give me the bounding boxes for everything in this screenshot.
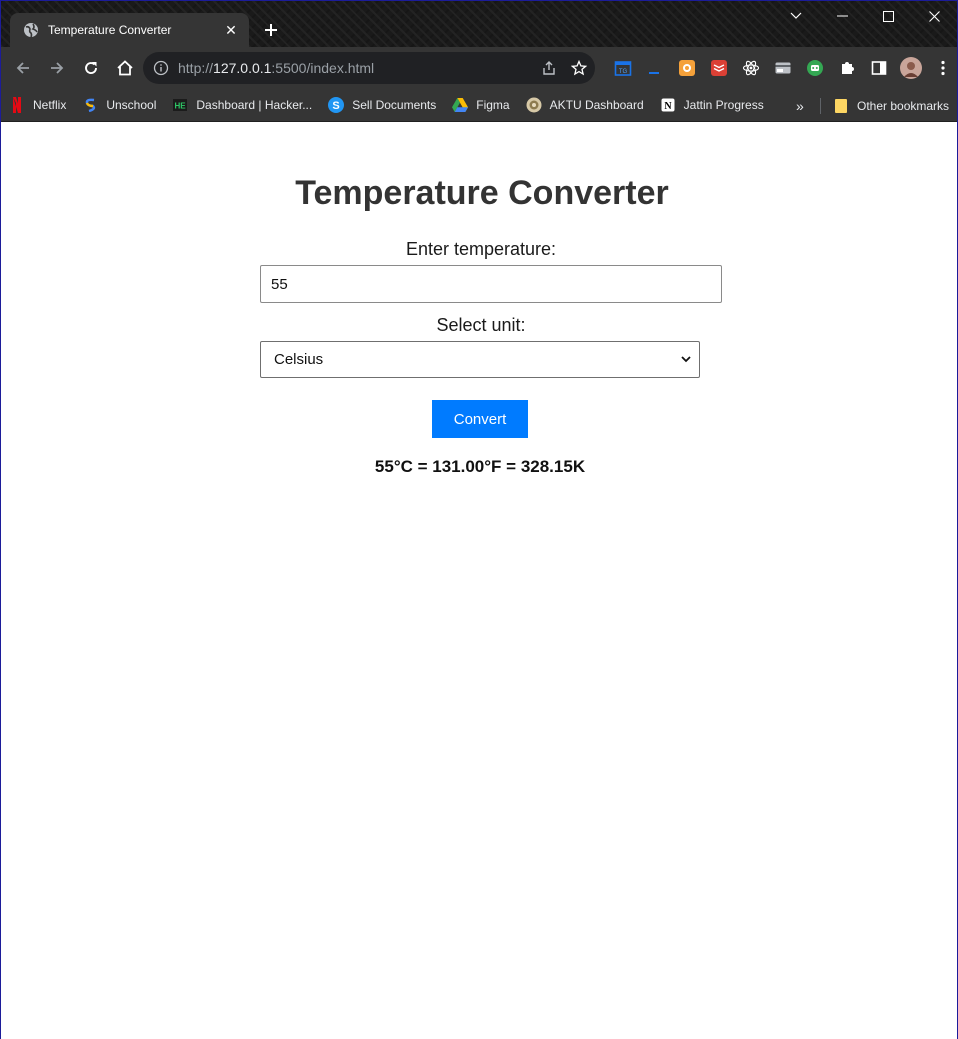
arrow-left-icon (16, 62, 29, 74)
bookmark-jattin-progress[interactable]: N Jattin Progress (652, 92, 772, 118)
avatar (900, 57, 922, 79)
convert-button[interactable]: Convert (432, 400, 528, 438)
url-text: http://127.0.0.1:5500/index.html (178, 60, 374, 76)
browser-tab[interactable]: Temperature Converter ✕ (10, 13, 249, 47)
svg-text:N: N (664, 101, 672, 112)
temperature-input[interactable] (260, 265, 722, 303)
back-button[interactable] (7, 52, 39, 84)
bookmarks-divider (820, 98, 821, 114)
plus-icon (265, 24, 277, 36)
bookmark-label: Sell Documents (352, 98, 437, 112)
forward-button[interactable] (41, 52, 73, 84)
hackerearth-icon: HE (172, 97, 188, 113)
bookmark-label: Jattin Progress (683, 98, 764, 112)
bookmark-label: AKTU Dashboard (549, 98, 644, 112)
globe-icon (23, 22, 39, 38)
menu-button[interactable] (927, 52, 957, 84)
close-tab-icon[interactable]: ✕ (223, 22, 239, 39)
maximize-button[interactable] (865, 1, 911, 31)
window-controls (773, 1, 957, 31)
browser-window: Temperature Converter ✕ http://127.0.0.1… (0, 0, 958, 1039)
page-viewport: Temperature Converter Enter temperature:… (1, 122, 957, 1039)
notion-icon: N (660, 97, 676, 113)
share-icon[interactable] (541, 60, 557, 76)
extensions-button[interactable] (831, 52, 863, 84)
bookmark-label: Unschool (106, 98, 157, 112)
bookmarks-bar: Netflix Unschool HE Dashboard | Hacker..… (1, 89, 957, 122)
extension-robot[interactable] (799, 52, 831, 84)
bookmark-hackerearth[interactable]: HE Dashboard | Hacker... (164, 92, 320, 118)
minimize-button[interactable] (819, 1, 865, 31)
todoist-icon (711, 60, 727, 76)
google-drive-icon (452, 97, 469, 113)
bookmark-aktu-dashboard[interactable]: AKTU Dashboard (518, 92, 652, 118)
temperature-label: Enter temperature: (405, 239, 557, 259)
card-icon (775, 62, 791, 74)
home-button[interactable] (109, 52, 141, 84)
unit-selected-value: Celsius (274, 351, 324, 368)
svg-text:S: S (333, 100, 340, 112)
bookmark-unschool[interactable]: Unschool (74, 92, 164, 118)
browser-toolbar: http://127.0.0.1:5500/index.html TG (1, 47, 957, 89)
chevron-down-icon (790, 12, 802, 19)
unschool-icon (82, 97, 98, 113)
other-bookmarks-folder[interactable]: Other bookmarks (825, 93, 957, 119)
bookmark-star-icon[interactable] (571, 60, 587, 76)
bookmark-sell-documents[interactable]: S Sell Documents (320, 92, 444, 118)
other-bookmarks-label: Other bookmarks (857, 99, 950, 113)
extensions-area: TG (607, 52, 957, 84)
svg-text:TG: TG (619, 69, 628, 75)
orange-extension-icon (679, 60, 695, 76)
page-title: Temperature Converter (295, 174, 669, 212)
url-path: :5500/index.html (271, 60, 375, 76)
extension-card[interactable] (767, 52, 799, 84)
new-tab-button[interactable] (260, 19, 282, 41)
reload-button[interactable] (75, 52, 107, 84)
reload-icon (85, 62, 97, 74)
calendar-icon: TG (614, 61, 632, 76)
folder-icon (833, 98, 849, 114)
bookmark-label: Dashboard | Hacker... (196, 98, 313, 112)
close-window-button[interactable] (911, 1, 957, 31)
puzzle-icon (842, 62, 854, 74)
aktu-icon (526, 97, 542, 113)
robot-icon (807, 60, 823, 76)
netflix-icon (9, 97, 25, 113)
tab-strip: Temperature Converter ✕ (1, 1, 957, 47)
side-panel-icon (871, 61, 887, 75)
address-bar[interactable]: http://127.0.0.1:5500/index.html (143, 52, 595, 84)
url-scheme: http:// (178, 60, 214, 76)
arrow-right-icon (51, 62, 64, 74)
extension-todoist[interactable] (703, 52, 735, 84)
extension-react-devtools[interactable] (735, 52, 767, 84)
minimize-icon (836, 15, 848, 17)
profile-button[interactable] (895, 52, 927, 84)
bookmark-figma[interactable]: Figma (444, 92, 517, 118)
home-icon (117, 60, 133, 76)
unit-select[interactable]: Celsius (260, 341, 700, 378)
sell-documents-icon: S (328, 97, 345, 113)
side-panel-button[interactable] (863, 52, 895, 84)
extension-orange[interactable] (671, 52, 703, 84)
maximize-icon (882, 10, 894, 22)
conversion-result: 55°C = 131.00°F = 328.15K (374, 457, 586, 476)
extension-calendar[interactable]: TG (607, 52, 639, 84)
chevron-down-icon (681, 356, 691, 363)
bookmarks-overflow-button[interactable]: » (796, 93, 804, 119)
close-icon (928, 10, 940, 22)
info-icon[interactable] (153, 60, 169, 76)
tab-title: Temperature Converter (48, 23, 172, 37)
extension-terminal[interactable] (639, 52, 671, 84)
bookmark-netflix[interactable]: Netflix (1, 92, 74, 118)
bookmark-label: Figma (476, 98, 510, 112)
svg-text:HE: HE (175, 102, 187, 111)
unit-label: Select unit: (436, 315, 526, 335)
terminal-icon (649, 72, 659, 74)
more-vert-icon (941, 60, 945, 76)
address-bar-actions (541, 52, 587, 84)
url-host: 127.0.0.1 (213, 60, 272, 76)
bookmark-label: Netflix (33, 98, 67, 112)
react-icon (742, 60, 760, 76)
tab-search-button[interactable] (773, 1, 819, 31)
